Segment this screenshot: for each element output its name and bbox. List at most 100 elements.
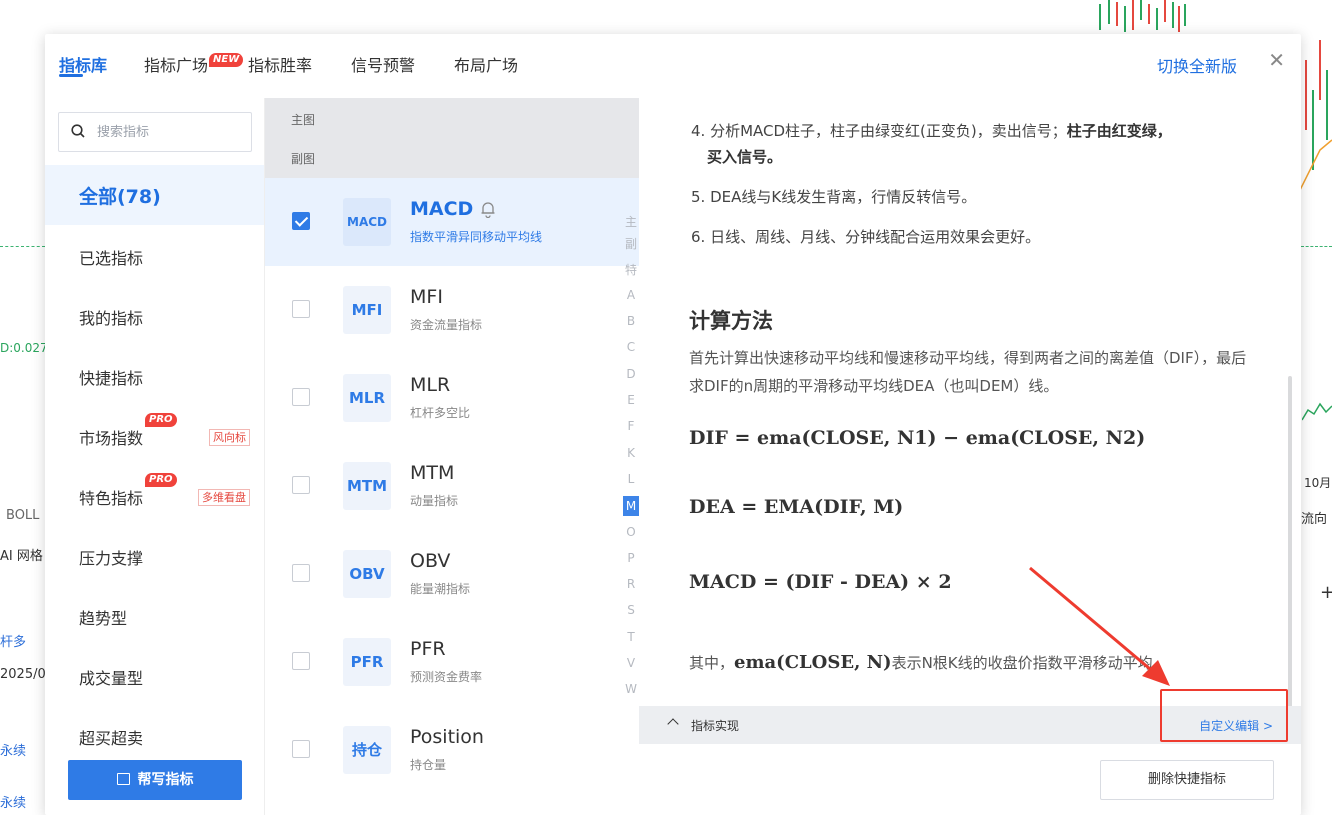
index-letter[interactable]: D [623,367,639,381]
detail-scrollbar[interactable] [1288,376,1292,716]
formula-dif: DIF = ema(CLOSE, N1) − ema(CLOSE, N2) [689,427,1146,449]
group-main-chart[interactable]: 主图 [291,111,315,128]
category-sidebar: 全部(78) 已选指标 我的指标 快捷指标 市场指数 PRO 风向标 特色指标 … [45,98,265,815]
index-letter[interactable]: T [623,630,639,644]
explain-prefix: 其中， [689,654,735,672]
category-label: 快捷指标 [79,369,144,388]
list-item-mtm[interactable]: MTM MTM 动量指标 [265,442,639,530]
indicator-library-dialog: 指标库 指标广场 NEW 指标胜率 信号预警 布局广场 切换全新版 ✕ 全部(7… [45,34,1301,815]
price-line-right [1301,246,1332,247]
usage-item-4-text: 4. 分析MACD柱子，柱子由绿变红(正变负)，卖出信号； [691,122,1067,140]
checkbox[interactable] [292,300,310,318]
checkbox[interactable] [292,564,310,582]
index-letter[interactable]: K [623,446,639,460]
formula-macd: MACD = (DIF - DEA) × 2 [689,571,952,593]
list-item-position[interactable]: 持仓 Position 持仓量 [265,706,639,794]
category-support-resistance[interactable]: 压力支撑 [45,525,264,585]
category-selected[interactable]: 已选指标 [45,225,264,285]
indicator-icon: MACD [343,198,391,246]
bg-flow-text[interactable]: 流向 [1301,508,1327,527]
index-letter[interactable]: R [623,577,639,591]
checkbox[interactable] [292,212,310,230]
annotation-arrow [1029,566,1170,686]
category-label: 压力支撑 [79,549,144,568]
bg-plus-icon[interactable]: + [1320,582,1332,603]
index-letter[interactable]: A [623,288,639,302]
index-letter-active[interactable]: M [623,496,639,516]
list-item-mfi[interactable]: MFI MFI 资金流量指标 [265,266,639,354]
index-letter[interactable]: F [623,419,639,433]
list-item-pfr[interactable]: PFR PFR 预测资金费率 [265,618,639,706]
category-featured[interactable]: 特色指标 PRO 多维看盘 [45,465,264,525]
indicator-icon: MFI [343,286,391,334]
category-label: 已选指标 [79,249,144,268]
category-label: 超买超卖 [79,729,144,748]
indicator-name: MACD [410,198,474,220]
category-shortcut[interactable]: 快捷指标 [45,345,264,405]
category-market-index[interactable]: 市场指数 PRO 风向标 [45,405,264,465]
active-tab-underline [59,74,83,77]
indicator-icon: MTM [343,462,391,510]
bg-mini-chart [1302,402,1332,421]
index-letter[interactable]: B [623,314,639,328]
group-sub-chart[interactable]: 副图 [291,150,315,167]
delete-shortcut-button[interactable]: 删除快捷指标 [1100,760,1274,800]
bg-perp-text-1[interactable]: 永续 [0,740,26,759]
bg-ai-grid-label[interactable]: AI 网格 [0,545,43,564]
chevron-up-icon[interactable] [667,718,679,730]
index-letter[interactable]: S [623,603,639,617]
checkbox[interactable] [292,740,310,758]
bg-boll-label[interactable]: BOLL [6,508,39,523]
usage-item-6: 6. 日线、周线、月线、分钟线配合运用效果会更好。 [691,228,1041,246]
list-group-header: 主图 副图 [265,98,639,178]
help-write-indicator-button[interactable]: 帮写指标 [68,760,242,800]
category-my-indicators[interactable]: 我的指标 [45,285,264,345]
category-overbought-oversold[interactable]: 超买超卖 [45,705,264,765]
bg-tag-text[interactable]: 杆多 [0,631,26,650]
help-write-label: 帮写指标 [137,772,194,788]
switch-new-version-link[interactable]: 切换全新版 [1157,53,1237,77]
search-input[interactable] [95,113,249,151]
indicator-desc: 持仓量 [410,758,447,772]
index-letter[interactable]: W [623,682,639,696]
index-letter[interactable]: V [623,656,639,670]
bell-icon[interactable] [480,200,496,218]
tab-indicator-plaza[interactable]: 指标广场 [144,52,208,76]
annotation-highlight-box [1160,689,1288,742]
category-all[interactable]: 全部(78) [45,165,264,225]
candlestick-chart-fragment-right [1300,40,1332,191]
search-box[interactable] [58,112,252,152]
checkbox[interactable] [292,652,310,670]
index-letter[interactable]: C [623,340,639,354]
close-icon[interactable]: ✕ [1268,48,1285,72]
tab-layout-plaza[interactable]: 布局广场 [454,52,518,76]
indicator-name: PFR [410,638,446,660]
index-letter[interactable]: P [623,551,639,565]
index-letter[interactable]: E [623,393,639,407]
category-tag: 风向标 [209,429,250,446]
tab-indicator-winrate[interactable]: 指标胜率 [248,52,312,76]
index-letter[interactable]: 特 [623,261,639,278]
category-label: 特色指标 [79,489,144,508]
bg-perp-text-2[interactable]: 永续 [0,792,26,811]
checkbox[interactable] [292,476,310,494]
index-letter[interactable]: L [623,472,639,486]
index-letter[interactable]: 副 [623,235,639,252]
category-label: 全部(78) [79,186,161,208]
index-letter[interactable]: O [623,525,639,539]
tab-signal-alert[interactable]: 信号预警 [351,52,415,76]
indicator-name: MFI [410,286,443,308]
category-volume[interactable]: 成交量型 [45,645,264,705]
list-item-macd[interactable]: MACD MACD 指数平滑异同移动平均线 [265,178,639,266]
category-label: 成交量型 [79,669,144,688]
list-item-mlr[interactable]: MLR MLR 杠杆多空比 [265,354,639,442]
index-letter[interactable]: 主 [623,213,639,230]
category-trend[interactable]: 趋势型 [45,585,264,645]
tab-indicator-library[interactable]: 指标库 [59,52,107,76]
checkbox[interactable] [292,388,310,406]
bg-month-text: 10月 [1304,476,1332,490]
list-item-obv[interactable]: OBV OBV 能量潮指标 [265,530,639,618]
code-icon [116,773,130,785]
dialog-tab-bar: 指标库 指标广场 NEW 指标胜率 信号预警 布局广场 切换全新版 ✕ [45,34,1301,98]
indicator-list: 主图 副图 MACD MACD 指数平滑异同移动平均线 MFI MFI 资金流量… [265,98,639,815]
